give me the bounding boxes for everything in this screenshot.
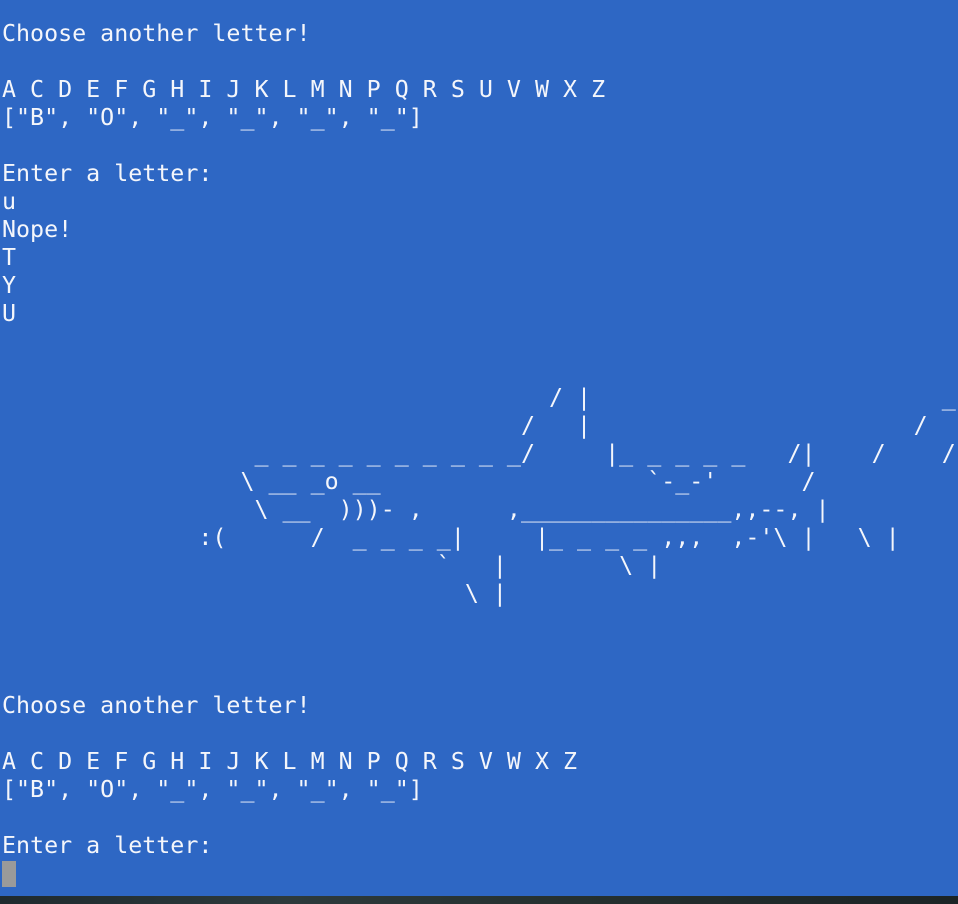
prompt-choose-letter: Choose another letter! (2, 20, 311, 47)
word-progress: ["B", "O", "_", "_", "_", "_"] (2, 776, 423, 803)
prompt-choose-letter: Choose another letter! (2, 692, 311, 719)
shark-ascii-art: / | _,-, / | / / _ _ _ _ _ _ _ _ _ _/ |_… (198, 384, 958, 607)
terminal-window[interactable]: Choose another letter! A C D E F G H I J… (0, 0, 958, 896)
available-letters: A C D E F G H I J K L M N P Q R S U V W … (2, 76, 606, 103)
word-progress: ["B", "O", "_", "_", "_", "_"] (2, 104, 423, 131)
available-letters: A C D E F G H I J K L M N P Q R S V W X … (2, 748, 578, 775)
user-input-line: u (2, 188, 17, 215)
output-line: T (2, 244, 17, 271)
prompt-enter-letter: Enter a letter: (2, 832, 213, 859)
desktop-background-strip (0, 896, 958, 904)
feedback-nope: Nope! (2, 216, 73, 243)
output-line: Y (2, 272, 17, 299)
text-cursor[interactable] (2, 861, 16, 887)
output-line: U (2, 300, 17, 327)
prompt-enter-letter: Enter a letter: (2, 160, 213, 187)
